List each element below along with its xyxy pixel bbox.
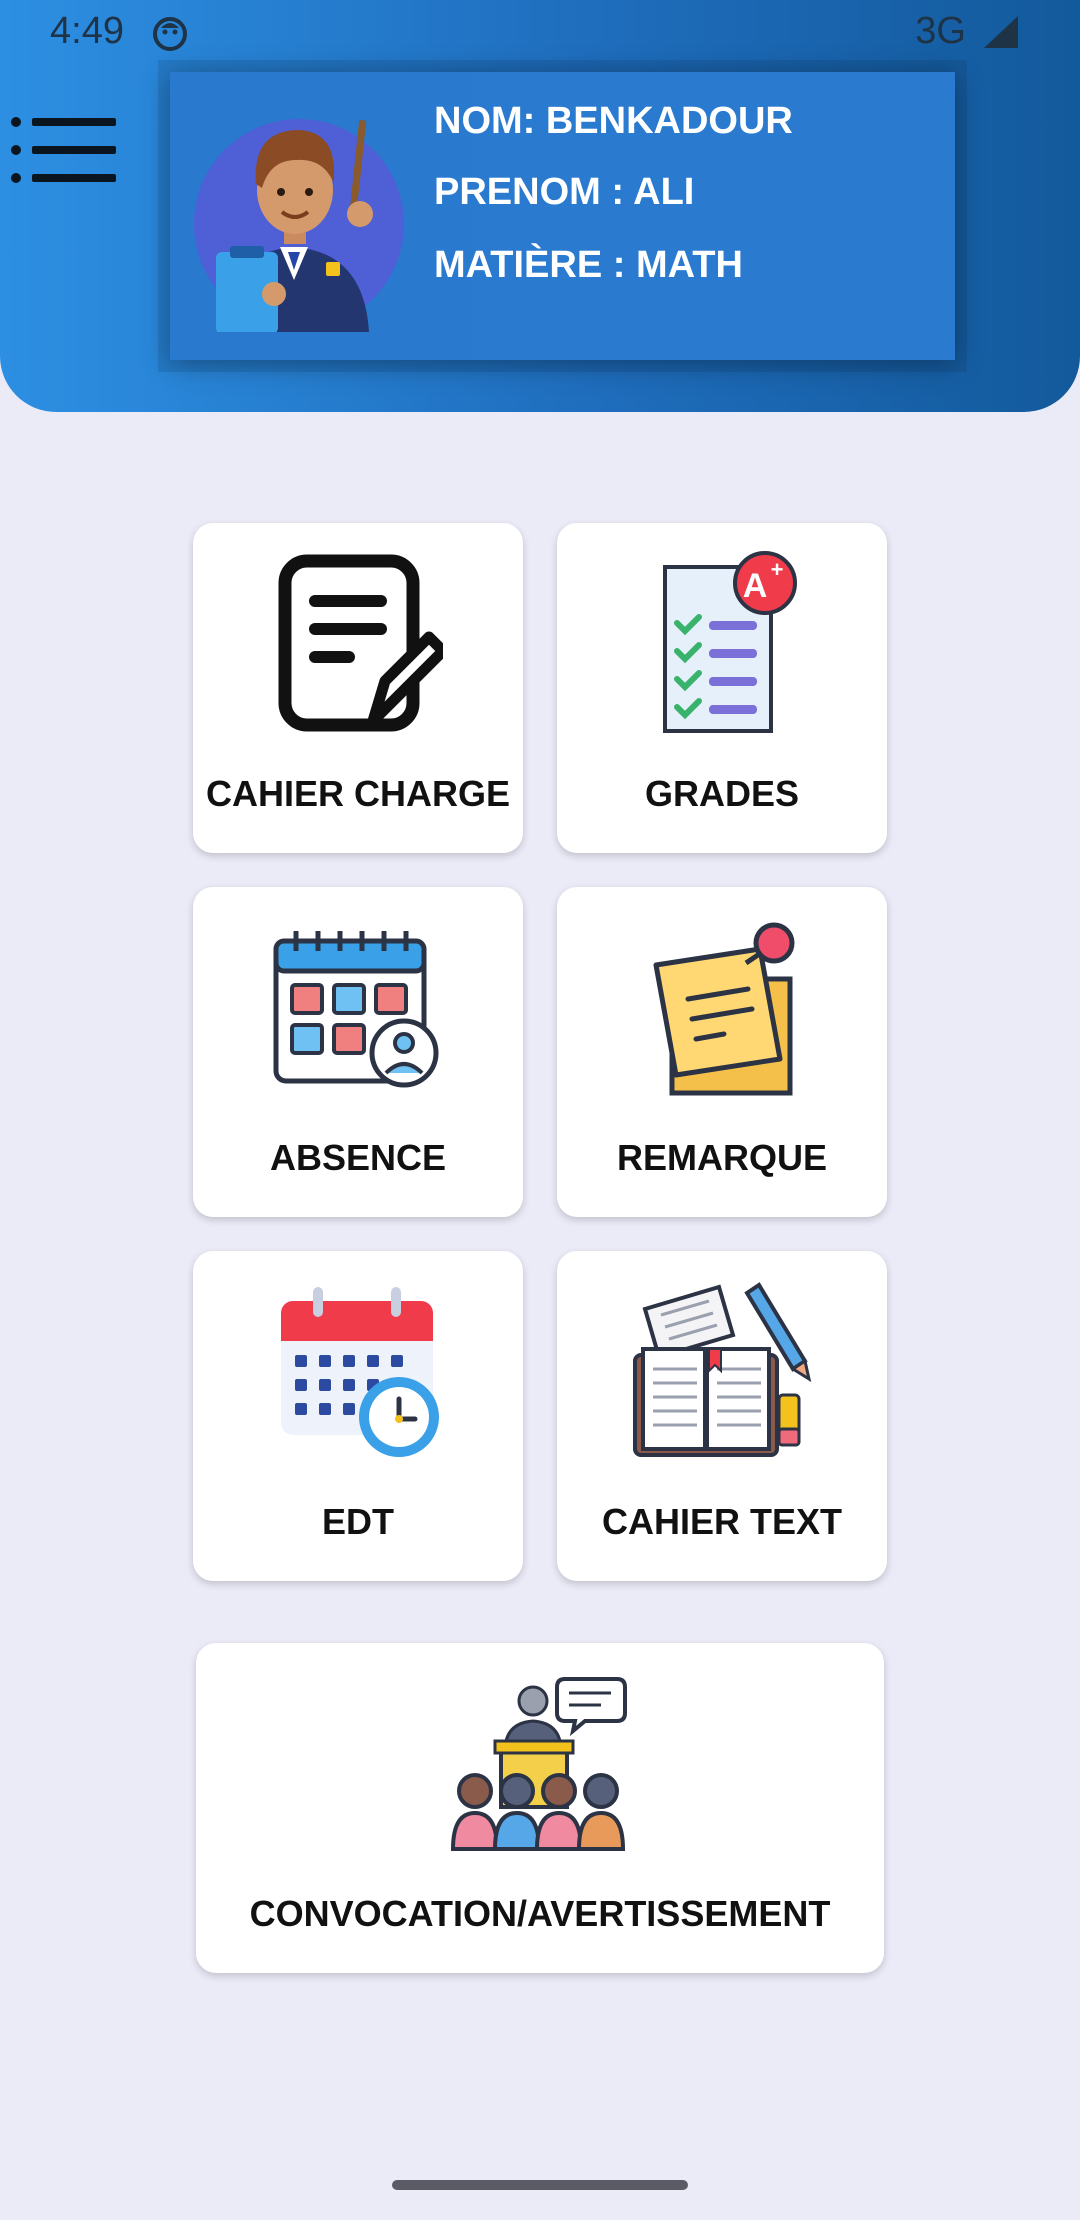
- tile-remarque[interactable]: REMARQUE: [557, 887, 887, 1217]
- teacher-profile-card: NOM: BENKADOUR PRENOM : ALI MATIÈRE : MA…: [170, 72, 955, 360]
- app-header: 4:49 3G NOM: BENKADOUR PRENOM: ALI MATI…: [0, 0, 1080, 412]
- tile-label: CAHIER TEXT: [601, 1501, 842, 1542]
- app-notification-icon: [153, 17, 187, 51]
- teacher-first-name: PRENOM : ALI: [434, 171, 695, 213]
- tile-label: EDT: [322, 1501, 394, 1542]
- tile-grades[interactable]: A + GRADES: [557, 523, 887, 853]
- open-book-pencil-icon: [633, 1282, 812, 1457]
- svg-text:A: A: [743, 567, 768, 605]
- tile-label: GRADES: [644, 773, 800, 814]
- home-indicator[interactable]: [392, 2180, 688, 2190]
- teacher-avatar-icon: [194, 119, 404, 332]
- tile-label: CONVOCATION/AVERTISSEMENT: [249, 1893, 831, 1934]
- status-time: 4:49: [50, 10, 124, 52]
- attendance-calendar-icon: [273, 931, 439, 1088]
- teacher-subject: MATIÈRE : MATH: [434, 244, 743, 286]
- document-edit-icon: [278, 554, 443, 732]
- meeting-audience-icon: [450, 1677, 627, 1851]
- signal-icon: [984, 16, 1018, 48]
- grades-checklist-icon: A +: [663, 551, 797, 733]
- tile-label: REMARQUE: [616, 1137, 827, 1178]
- teacher-last-name: NOM: BENKADOUR: [434, 100, 793, 142]
- tile-convocation-avertissement[interactable]: CONVOCATION/AVERTISSEMENT: [196, 1643, 884, 1973]
- tile-label: CAHIER CHARGE: [205, 773, 510, 814]
- tile-label: ABSENCE: [269, 1137, 447, 1178]
- sticky-note-icon: [653, 922, 795, 1096]
- tile-absence[interactable]: ABSENCE: [193, 887, 523, 1217]
- tile-cahier-text[interactable]: CAHIER TEXT: [557, 1251, 887, 1581]
- tile-edt[interactable]: EDT: [193, 1251, 523, 1581]
- tile-cahier-charge[interactable]: CAHIER CHARGE: [193, 523, 523, 853]
- hamburger-menu-icon[interactable]: [8, 112, 120, 188]
- svg-text:+: +: [771, 557, 784, 582]
- schedule-calendar-clock-icon: [281, 1287, 439, 1457]
- network-type: 3G: [915, 10, 966, 52]
